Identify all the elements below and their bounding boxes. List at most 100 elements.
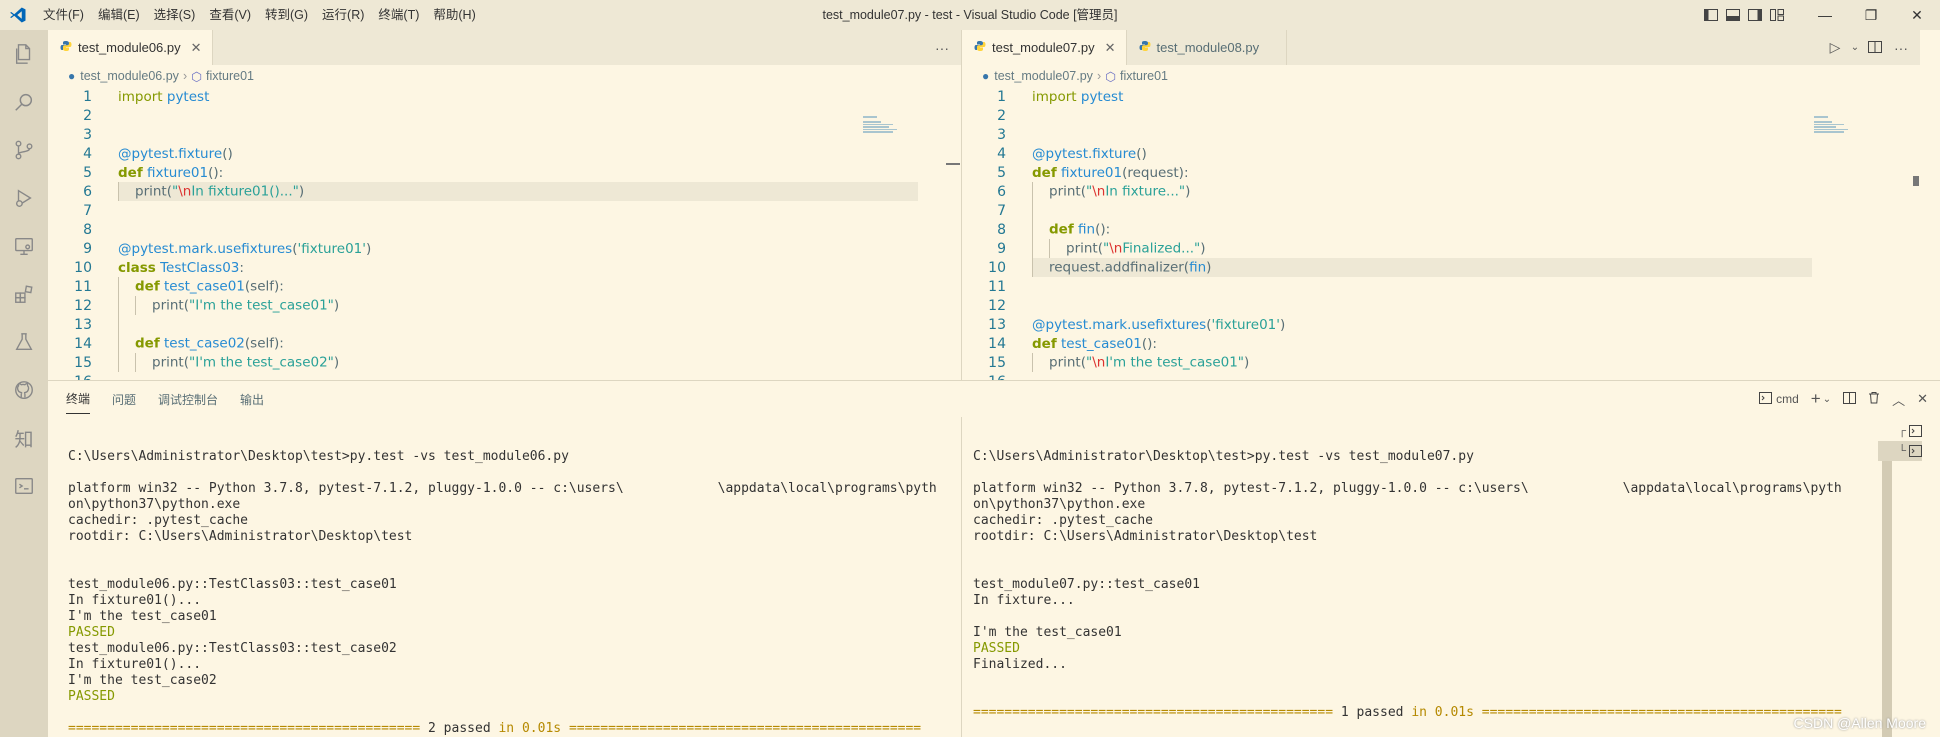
more-actions-icon[interactable]: ···: [929, 40, 955, 56]
python-file-icon: [60, 40, 72, 55]
breadcrumb-file[interactable]: test_module07.py: [994, 69, 1093, 83]
minimap[interactable]: [1814, 115, 1858, 145]
files-icon[interactable]: [0, 30, 48, 78]
panel-tabs: 终端 问题 调试控制台 输出: [48, 381, 1940, 417]
toggle-secondary-sidebar-icon[interactable]: [1744, 0, 1766, 30]
code-line: 11 def test_case01(self):: [74, 277, 284, 296]
split-editor-icon[interactable]: [1862, 40, 1888, 56]
terminal-list: ┌ └: [1878, 421, 1922, 461]
code-line: 13 @pytest.mark.usefixtures('fixture01'): [988, 316, 1286, 333]
testing-icon[interactable]: [0, 318, 48, 366]
terminal-line: platform win32 -- Python 3.7.8, pytest-7…: [973, 481, 1842, 496]
chevron-down-icon[interactable]: ⌄: [1823, 394, 1831, 405]
maximize-panel-icon[interactable]: ︿: [1892, 390, 1905, 409]
code-line: 5 def fixture01():: [83, 164, 224, 181]
more-actions-icon[interactable]: ···: [1888, 40, 1914, 56]
toggle-sidebar-icon[interactable]: [1700, 0, 1722, 30]
code-line: 12: [988, 297, 1006, 314]
breadcrumb: ● test_module06.py › ⬡ fixture01: [48, 65, 961, 87]
code-line-current: 10 request.addfinalizer(fin): [962, 258, 1920, 277]
github-icon[interactable]: [0, 366, 48, 414]
code-line: 8: [83, 221, 92, 238]
tab-problems[interactable]: 问题: [112, 385, 136, 414]
tab-test-module07[interactable]: test_module07.py ✕: [962, 30, 1127, 65]
terminal-split-divider[interactable]: [961, 417, 962, 737]
terminal-line: test_module06.py::TestClass03::test_case…: [68, 641, 397, 656]
code-line: 3: [997, 126, 1006, 143]
terminal-icon[interactable]: [0, 462, 48, 510]
search-icon[interactable]: [0, 78, 48, 126]
chevron-right-icon: ›: [1096, 69, 1102, 83]
title-bar: 文件(F) 编辑(E) 选择(S) 查看(V) 转到(G) 运行(R) 终端(T…: [0, 0, 1940, 30]
minimap[interactable]: [863, 115, 907, 145]
remote-explorer-icon[interactable]: [0, 222, 48, 270]
close-tab-icon[interactable]: ✕: [1105, 40, 1116, 56]
menu-file[interactable]: 文件(F): [36, 0, 91, 30]
code-editor-left[interactable]: 1 import pytest 2 3 4 @pytest.fixture() 5d…: [48, 87, 961, 380]
restore-button[interactable]: ❐: [1848, 0, 1894, 30]
breadcrumb-file[interactable]: test_module06.py: [80, 69, 179, 83]
terminal-line: In fixture01()...: [68, 657, 202, 672]
toggle-panel-icon[interactable]: [1722, 0, 1744, 30]
close-tab-icon[interactable]: ✕: [191, 40, 202, 56]
terminal-left[interactable]: C:\Users\Administrator\Desktop\test>py.t…: [68, 417, 963, 737]
close-window-button[interactable]: ✕: [1894, 0, 1940, 30]
menu-go[interactable]: 转到(G): [258, 0, 315, 30]
terminal-line: rootdir: C:\Users\Administrator\Desktop\…: [68, 529, 413, 544]
code-line: 1 import pytest: [997, 88, 1124, 105]
close-panel-icon[interactable]: ✕: [1917, 391, 1928, 407]
code-line: 16: [962, 372, 1920, 381]
terminal-line: I'm the test_case02: [68, 673, 217, 688]
customize-layout-icon[interactable]: [1766, 0, 1788, 30]
code-line-current: 6 print("\nIn fixture01()..."): [48, 182, 961, 201]
code-line: 4 @pytest.fixture(): [83, 145, 233, 162]
overview-ruler-mark: [946, 163, 960, 165]
zhi-icon[interactable]: 知: [0, 414, 48, 462]
tab-terminal[interactable]: 终端: [66, 384, 91, 414]
chevron-right-icon: ›: [182, 69, 188, 83]
code-editor-right[interactable]: 1 import pytest 2 3 4 @pytest.fixture() 5d…: [962, 87, 1920, 380]
trash-icon[interactable]: [1868, 391, 1880, 407]
shell-name[interactable]: cmd: [1776, 392, 1799, 406]
terminal-line: In fixture01()...: [68, 593, 202, 608]
breadcrumb-symbol[interactable]: fixture01: [1120, 69, 1168, 83]
extensions-icon[interactable]: [0, 270, 48, 318]
menu-selection[interactable]: 选择(S): [147, 0, 203, 30]
tab-test-module08[interactable]: test_module08.py: [1126, 30, 1287, 65]
terminal-list-item[interactable]: ┌: [1878, 421, 1922, 441]
code-line: 2: [83, 107, 92, 124]
chevron-down-icon[interactable]: ⌄: [1848, 42, 1862, 53]
terminal-right[interactable]: C:\Users\Administrator\Desktop\test>py.t…: [973, 417, 1893, 737]
breadcrumb-symbol[interactable]: fixture01: [206, 69, 254, 83]
terminal-prompt: C:\Users\Administrator\Desktop\test>py.t…: [973, 449, 1474, 464]
code-line: 6 print("\nIn fixture..."): [997, 182, 1191, 201]
tab-label: test_module08.py: [1156, 40, 1260, 55]
tab-debug-console[interactable]: 调试控制台: [158, 385, 218, 414]
menu-terminal[interactable]: 终端(T): [371, 0, 426, 30]
terminal-list-item[interactable]: └: [1878, 441, 1922, 461]
menu-run[interactable]: 运行(R): [315, 0, 371, 30]
minimize-button[interactable]: —: [1802, 0, 1848, 30]
menu-bar: 文件(F) 编辑(E) 选择(S) 查看(V) 转到(G) 运行(R) 终端(T…: [36, 0, 483, 30]
editor-group-right: test_module07.py ✕ test_module08.py ▷ ⌄ …: [962, 30, 1920, 380]
run-file-icon[interactable]: ▷: [1822, 39, 1848, 56]
terminal-line: Finalized...: [973, 657, 1067, 672]
tab-test-module06[interactable]: test_module06.py ✕: [48, 30, 213, 65]
new-terminal-icon[interactable]: +: [1811, 389, 1821, 409]
run-debug-icon[interactable]: [0, 174, 48, 222]
menu-view[interactable]: 查看(V): [202, 0, 258, 30]
code-line: 9 @pytest.mark.usefixtures('fixture01'): [83, 240, 372, 257]
split-terminal-icon[interactable]: [1843, 391, 1857, 407]
tab-output[interactable]: 输出: [240, 385, 264, 414]
tab-bar-right: test_module07.py ✕ test_module08.py ▷ ⌄ …: [962, 30, 1920, 65]
menu-edit[interactable]: 编辑(E): [91, 0, 147, 30]
source-control-icon[interactable]: [0, 126, 48, 174]
code-line: 8 def fin():: [997, 220, 1111, 239]
code-line: 5 def fixture01(request):: [997, 164, 1189, 181]
terminal-scrollbar[interactable]: [1882, 459, 1892, 737]
menu-help[interactable]: 帮助(H): [426, 0, 482, 30]
code-line: 1 import pytest: [83, 88, 210, 105]
terminal-summary-count: 1 passed: [1340, 705, 1404, 720]
activity-bar: 知: [0, 30, 48, 737]
python-file-icon: [1139, 40, 1151, 55]
